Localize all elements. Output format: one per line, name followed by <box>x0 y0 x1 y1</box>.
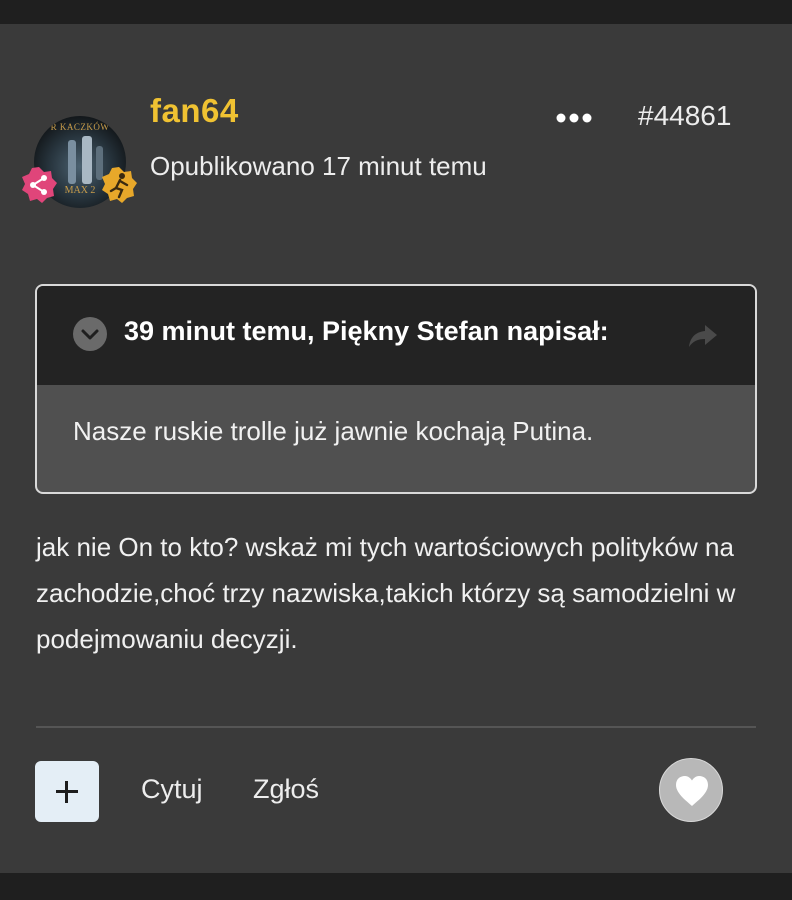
heart-icon <box>676 776 708 806</box>
avatar-figure <box>68 140 76 184</box>
like-button[interactable] <box>659 758 723 822</box>
post-timestamp: Opublikowano 17 minut temu <box>150 151 487 181</box>
post-content: jak nie On to kto? wskaż mi tych wartośc… <box>36 532 736 654</box>
quote-citation: 39 minut temu, Piękny Stefan napisał: <box>124 316 609 346</box>
author-avatar-group[interactable]: R KACZKÓW MAX 2 <box>20 116 140 216</box>
add-reaction-button[interactable] <box>35 761 99 822</box>
quote-header[interactable]: 39 minut temu, Piękny Stefan napisał: <box>37 286 755 385</box>
share-arrow-icon[interactable] <box>687 322 719 350</box>
quote-block: 39 minut temu, Piękny Stefan napisał: Na… <box>35 284 757 494</box>
post-permalink-id[interactable]: #44861 <box>638 100 731 132</box>
more-horizontal-icon[interactable] <box>551 104 597 132</box>
quote-text: Nasze ruskie trolle już jawnie kochają P… <box>73 416 594 446</box>
chevron-down-icon[interactable] <box>73 317 107 351</box>
avatar-figure <box>82 136 92 184</box>
quote-button[interactable]: Cytuj <box>141 774 203 805</box>
divider <box>36 726 756 728</box>
avatar-caption-top: R KACZKÓW <box>50 122 110 132</box>
post-card: R KACZKÓW MAX 2 fan64 Opublikowano 17 mi… <box>0 24 792 873</box>
author-username[interactable]: fan64 <box>150 92 239 130</box>
runner-icon <box>100 166 138 204</box>
share-nodes-icon <box>20 166 58 204</box>
report-button[interactable]: Zgłoś <box>253 774 319 805</box>
